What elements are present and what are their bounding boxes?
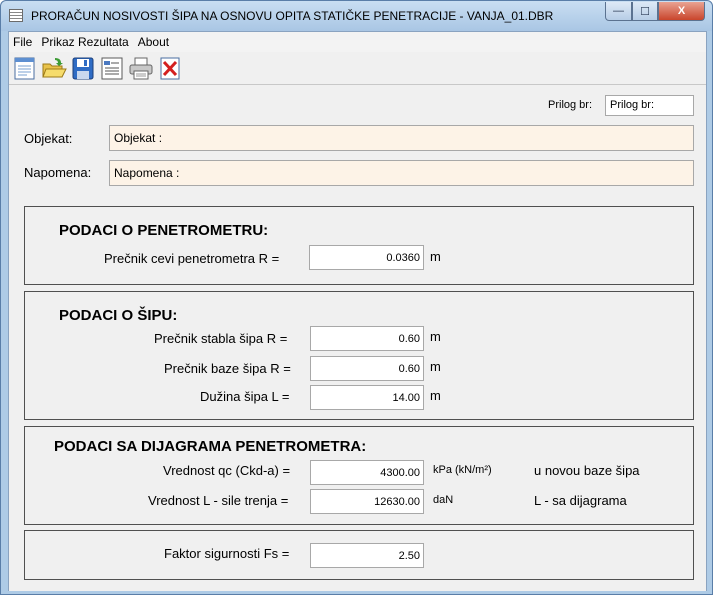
client-area: File Prikaz Rezultata About Prilog br: P…	[8, 31, 707, 591]
qc-field[interactable]: 4300.00	[310, 460, 424, 485]
report-icon	[101, 57, 123, 80]
open-button[interactable]	[41, 56, 67, 81]
maximize-button[interactable]: ☐	[632, 2, 658, 21]
form-content: Prilog br: Prilog br: Objekat: Objekat :…	[9, 86, 706, 591]
printer-icon	[129, 57, 153, 80]
sile-trenja-label: Vrednost L - sile trenja =	[148, 493, 289, 508]
exit-button[interactable]	[157, 56, 183, 81]
close-button[interactable]: X	[658, 2, 705, 21]
minimize-button[interactable]: —	[605, 2, 632, 21]
napomena-field[interactable]: Napomena :	[109, 160, 694, 186]
objekat-field[interactable]: Objekat :	[109, 125, 694, 151]
sile-trenja-unit: daN	[433, 494, 454, 506]
precnik-baze-field[interactable]: 0.60	[310, 356, 424, 381]
fs-field[interactable]: 2.50	[310, 543, 424, 568]
qc-unit: kPa (kN/m²)	[433, 464, 492, 476]
toolbar	[9, 52, 706, 85]
penetrometar-group: PODACI O PENETROMETRU: Prečnik cevi pene…	[24, 206, 694, 285]
exit-icon	[160, 57, 180, 80]
sip-title: PODACI O ŠIPU:	[59, 307, 178, 324]
duzina-label: Dužina šipa L =	[200, 389, 290, 404]
napomena-label: Napomena:	[24, 165, 92, 180]
sile-trenja-note: L - sa dijagrama	[534, 493, 627, 508]
menu-bar: File Prikaz Rezultata About	[9, 32, 706, 52]
prilog-field[interactable]: Prilog br:	[605, 95, 694, 116]
precnik-baze-unit: m	[430, 359, 441, 374]
precnik-cevi-field[interactable]: 0.0360	[309, 245, 424, 270]
qc-label: Vrednost qc (Ckd-a) =	[163, 463, 291, 478]
precnik-baze-label: Prečnik baze šipa R =	[164, 361, 291, 376]
save-button[interactable]	[70, 56, 96, 81]
dijagram-group: PODACI SA DIJAGRAMA PENETROMETRA: Vredno…	[24, 426, 694, 525]
sigurnost-group: Faktor sigurnosti Fs = 2.50	[24, 530, 694, 580]
dijagram-title: PODACI SA DIJAGRAMA PENETROMETRA:	[54, 438, 367, 455]
duzina-unit: m	[430, 388, 441, 403]
precnik-stabla-unit: m	[430, 329, 441, 344]
fs-label: Faktor sigurnosti Fs =	[164, 546, 290, 561]
title-bar[interactable]: PRORAČUN NOSIVOSTI ŠIPA NA OSNOVU OPITA …	[1, 1, 712, 31]
print-button[interactable]	[128, 56, 154, 81]
new-document-button[interactable]	[12, 56, 38, 81]
duzina-field[interactable]: 14.00	[310, 385, 424, 410]
open-folder-icon	[42, 58, 67, 78]
sip-group: PODACI O ŠIPU: Prečnik stabla šipa R = 0…	[24, 291, 694, 420]
new-document-icon	[14, 57, 35, 80]
prilog-label: Prilog br:	[548, 99, 593, 111]
save-disk-icon	[72, 57, 94, 80]
report-button[interactable]	[99, 56, 125, 81]
penetrometar-title: PODACI O PENETROMETRU:	[59, 222, 269, 239]
sile-trenja-field[interactable]: 12630.00	[310, 489, 424, 514]
objekat-label: Objekat:	[24, 131, 73, 146]
precnik-cevi-label: Prečnik cevi penetrometra R =	[104, 251, 280, 266]
precnik-cevi-unit: m	[430, 249, 441, 264]
menu-about[interactable]: About	[138, 35, 169, 49]
menu-file[interactable]: File	[13, 35, 32, 49]
qc-note: u novou baze šipa	[534, 463, 640, 478]
app-icon	[9, 9, 23, 22]
menu-prikaz-rezultata[interactable]: Prikaz Rezultata	[41, 35, 128, 49]
window-title: PRORAČUN NOSIVOSTI ŠIPA NA OSNOVU OPITA …	[31, 9, 554, 23]
precnik-stabla-label: Prečnik stabla šipa R =	[154, 331, 288, 346]
precnik-stabla-field[interactable]: 0.60	[310, 326, 424, 351]
main-window: PRORAČUN NOSIVOSTI ŠIPA NA OSNOVU OPITA …	[0, 0, 713, 595]
